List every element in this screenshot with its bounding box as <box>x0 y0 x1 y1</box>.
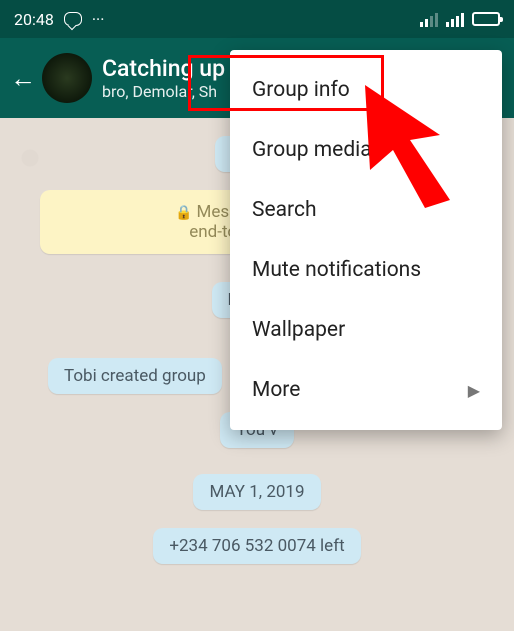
signal-icon <box>420 11 438 27</box>
status-time: 20:48 <box>14 10 54 29</box>
group-avatar[interactable] <box>42 53 92 103</box>
menu-item-label: Group info <box>252 78 350 102</box>
menu-item-label: Wallpaper <box>252 318 345 342</box>
menu-item-label: Search <box>252 198 317 222</box>
status-dots: ··· <box>92 10 105 29</box>
event-pill: +234 706 532 0074 left <box>153 528 360 564</box>
date-pill: MAY 1, 2019 <box>193 474 320 510</box>
event-pill: Tobi created group <box>48 358 222 394</box>
chevron-right-icon: ▶ <box>468 381 480 400</box>
menu-wallpaper[interactable]: Wallpaper <box>230 300 502 360</box>
menu-more[interactable]: More ▶ <box>230 360 502 420</box>
battery-icon <box>472 12 500 26</box>
options-menu: Group info Group media Search Mute notif… <box>230 50 502 430</box>
menu-item-label: Mute notifications <box>252 258 421 282</box>
menu-group-media[interactable]: Group media <box>230 120 502 180</box>
chat-bubble-icon <box>64 12 82 26</box>
lock-icon: 🔒 <box>175 205 192 221</box>
menu-mute[interactable]: Mute notifications <box>230 240 502 300</box>
menu-item-label: More <box>252 378 300 402</box>
status-bar: 20:48 ··· <box>0 0 514 38</box>
menu-group-info[interactable]: Group info <box>230 60 502 120</box>
signal-icon <box>446 11 464 27</box>
back-arrow-icon[interactable]: ← <box>8 63 38 94</box>
menu-item-label: Group media <box>252 138 372 162</box>
menu-search[interactable]: Search <box>230 180 502 240</box>
